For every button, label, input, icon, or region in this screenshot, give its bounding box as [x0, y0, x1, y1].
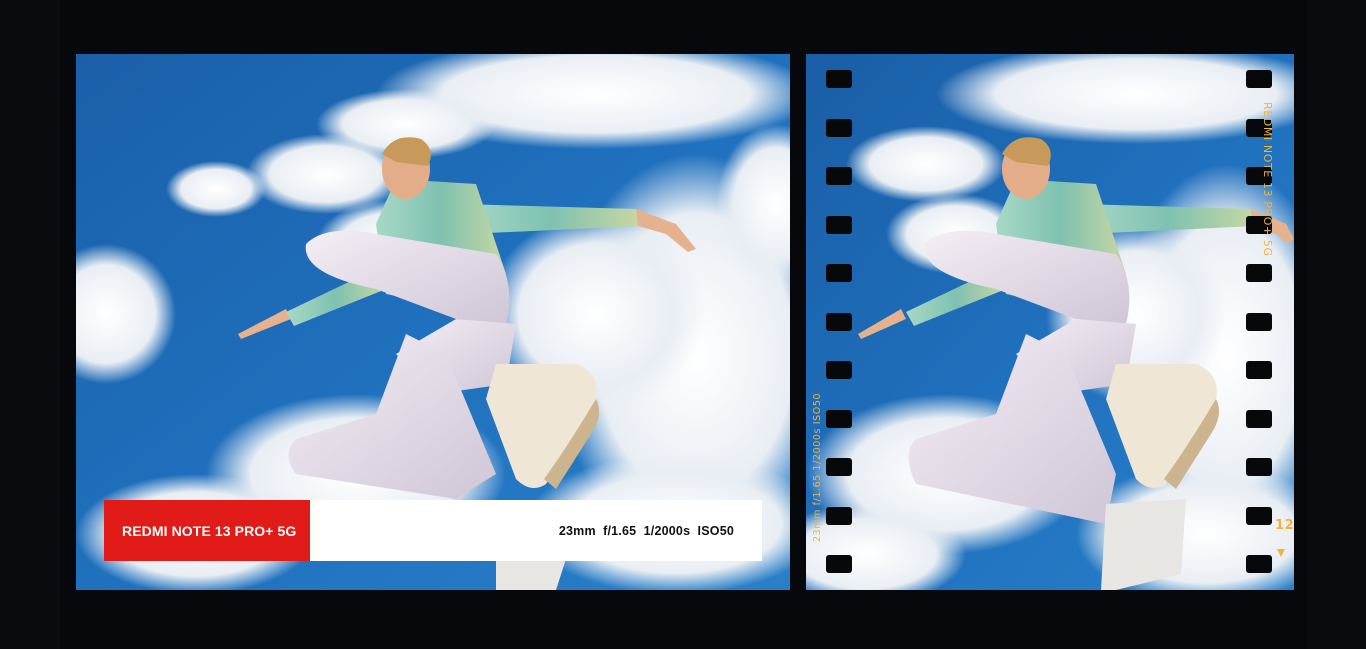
watermark-specs-label: 23mm f/1.65 1/2000s ISO50 — [558, 523, 734, 538]
photo-jumping-man-sky-film — [806, 54, 1294, 590]
film-sprocket-hole-right — [1246, 361, 1272, 379]
film-sprocket-hole-left — [826, 507, 852, 525]
film-sprocket-hole-left — [826, 555, 852, 573]
watermark-brand-label: REDMI NOTE 13 PRO+ 5G — [104, 500, 310, 561]
film-sprocket-hole-right — [1246, 555, 1272, 573]
film-sprocket-hole-right — [1246, 70, 1272, 88]
film-sprocket-hole-right — [1246, 458, 1272, 476]
right-margin — [1306, 0, 1366, 649]
film-sprocket-hole-right — [1246, 507, 1272, 525]
stage: REDMI NOTE 13 PRO+ 5G 23mm f/1.65 1/2000… — [0, 0, 1366, 649]
film-frame-number: 12 — [1275, 518, 1294, 533]
photo-watermark-frame: REDMI NOTE 13 PRO+ 5G 23mm f/1.65 1/2000… — [76, 54, 790, 590]
film-sprocket-hole-right — [1246, 410, 1272, 428]
film-specs-label: 23mm f/1.65 1/2000s ISO50 — [812, 392, 823, 542]
film-sprocket-hole-right — [1246, 264, 1272, 282]
photo-illustration-film — [806, 54, 1294, 590]
watermark-bar: REDMI NOTE 13 PRO+ 5G 23mm f/1.65 1/2000… — [104, 500, 762, 561]
film-sprocket-hole-left — [826, 410, 852, 428]
film-sprocket-hole-left — [826, 70, 852, 88]
photo-film-frame: REDMI NOTE 13 PRO+ 5G 23mm f/1.65 1/2000… — [806, 54, 1294, 590]
film-sprocket-hole-left — [826, 167, 852, 185]
film-sprocket-hole-left — [826, 119, 852, 137]
film-sprocket-hole-left — [826, 361, 852, 379]
film-sprocket-hole-right — [1246, 313, 1272, 331]
left-margin — [0, 0, 60, 649]
film-sprocket-hole-left — [826, 313, 852, 331]
film-brand-label: REDMI NOTE 13 PRO+ 5G — [1261, 102, 1274, 257]
film-sprocket-hole-left — [826, 264, 852, 282]
film-advance-arrow-icon — [1277, 549, 1285, 557]
film-sprocket-hole-left — [826, 216, 852, 234]
film-sprocket-hole-left — [826, 458, 852, 476]
